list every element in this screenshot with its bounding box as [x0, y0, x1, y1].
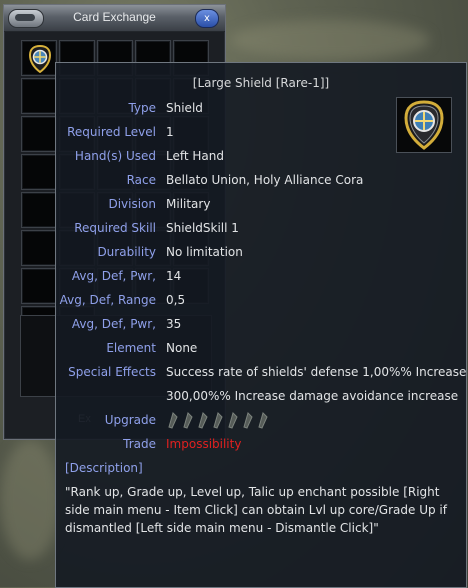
stat-label: Race — [126, 173, 156, 187]
stat-label: Required Level — [67, 125, 156, 139]
stat-label: Division — [108, 197, 156, 211]
ground-patch — [0, 440, 60, 560]
stat-row-hands-used: Hand(s) Used Left Hand — [56, 149, 466, 167]
upgrade-slot-icon — [228, 412, 238, 429]
stat-label: Durability — [97, 245, 156, 259]
upgrade-slots — [166, 411, 270, 429]
stat-row-avg-def-pwr: Avg, Def, Pwr, 14 — [56, 269, 466, 287]
card-slot[interactable] — [21, 116, 57, 152]
close-button[interactable]: x — [195, 9, 219, 28]
stat-row-durability: Durability No limitation — [56, 245, 466, 263]
stat-value: Shield — [166, 101, 203, 115]
card-slot[interactable] — [21, 154, 57, 190]
stat-row-special-effects-2: 300,00%% Increase damage avoidance incre… — [56, 389, 466, 407]
stat-row-division: Division Military — [56, 197, 466, 215]
upgrade-slot-icon — [213, 412, 223, 429]
stat-value: 35 — [166, 317, 182, 331]
stat-row-element: Element None — [56, 341, 466, 359]
upgrade-slot-icon — [258, 412, 268, 429]
stat-label: Trade — [123, 437, 156, 451]
window-titlebar[interactable]: Card Exchange x — [4, 5, 225, 32]
stat-row-special-effects: Special Effects Success rate of shields'… — [56, 365, 466, 383]
card-slot[interactable] — [21, 78, 57, 114]
stat-value: Success rate of shields' defense 1,00%% … — [166, 365, 467, 379]
stat-row-required-skill: Required Skill ShieldSkill 1 — [56, 221, 466, 239]
stat-value: 300,00%% Increase damage avoidance incre… — [166, 389, 459, 403]
stat-value: ShieldSkill 1 — [166, 221, 239, 235]
card-slot[interactable] — [21, 192, 57, 228]
stat-label: Avg, Def, Pwr, — [71, 317, 156, 331]
stat-value: None — [166, 341, 198, 355]
stat-value: No limitation — [166, 245, 243, 259]
stat-label: Element — [106, 341, 156, 355]
stat-label: Hand(s) Used — [74, 149, 156, 163]
description-header: [Description] — [65, 461, 143, 475]
shield-icon — [28, 45, 52, 73]
upgrade-slot-icon — [168, 412, 178, 429]
stat-label: Required Skill — [74, 221, 156, 235]
stat-value: 0,5 — [166, 293, 186, 307]
stat-value: 1 — [166, 125, 174, 139]
stat-row-trade: Trade Impossibility — [56, 437, 466, 455]
stat-label: Avg, Def, Pwr, — [71, 269, 156, 283]
ground-patch — [230, 20, 430, 60]
stat-value: 14 — [166, 269, 182, 283]
upgrade-slot-icon — [183, 412, 193, 429]
upgrade-slot-icon — [243, 412, 253, 429]
stat-value: Impossibility — [166, 437, 242, 451]
card-slot[interactable] — [21, 230, 57, 266]
stat-row-type: Type Shield — [56, 101, 466, 119]
stat-row-race: Race Bellato Union, Holy Alliance Cora — [56, 173, 466, 191]
stat-label: Special Effects — [68, 365, 156, 379]
stat-row-avg-def-range: Avg, Def, Range 0,5 — [56, 293, 466, 311]
stat-label: Avg, Def, Range — [59, 293, 156, 307]
item-tooltip: [Large Shield [Rare-1]] Type Shield Requ… — [55, 62, 467, 588]
card-slot[interactable] — [21, 268, 57, 304]
upgrade-slot-icon — [198, 412, 208, 429]
window-title: Card Exchange — [73, 10, 156, 24]
stat-row-avg-def-pwr-2: Avg, Def, Pwr, 35 — [56, 317, 466, 335]
stat-label: Type — [128, 101, 156, 115]
stat-value: Left Hand — [166, 149, 224, 163]
stat-value: Bellato Union, Holy Alliance Cora — [166, 173, 364, 187]
description-text: "Rank up, Grade up, Level up, Talic up e… — [65, 485, 447, 535]
stat-value: Military — [166, 197, 211, 211]
card-slot-item[interactable] — [21, 40, 57, 76]
item-name: [Large Shield [Rare-1]] — [192, 76, 330, 90]
stat-row-upgrade: Upgrade — [56, 411, 466, 431]
stat-row-required-level: Required Level 1 — [56, 125, 466, 143]
stat-label: Upgrade — [104, 413, 156, 427]
